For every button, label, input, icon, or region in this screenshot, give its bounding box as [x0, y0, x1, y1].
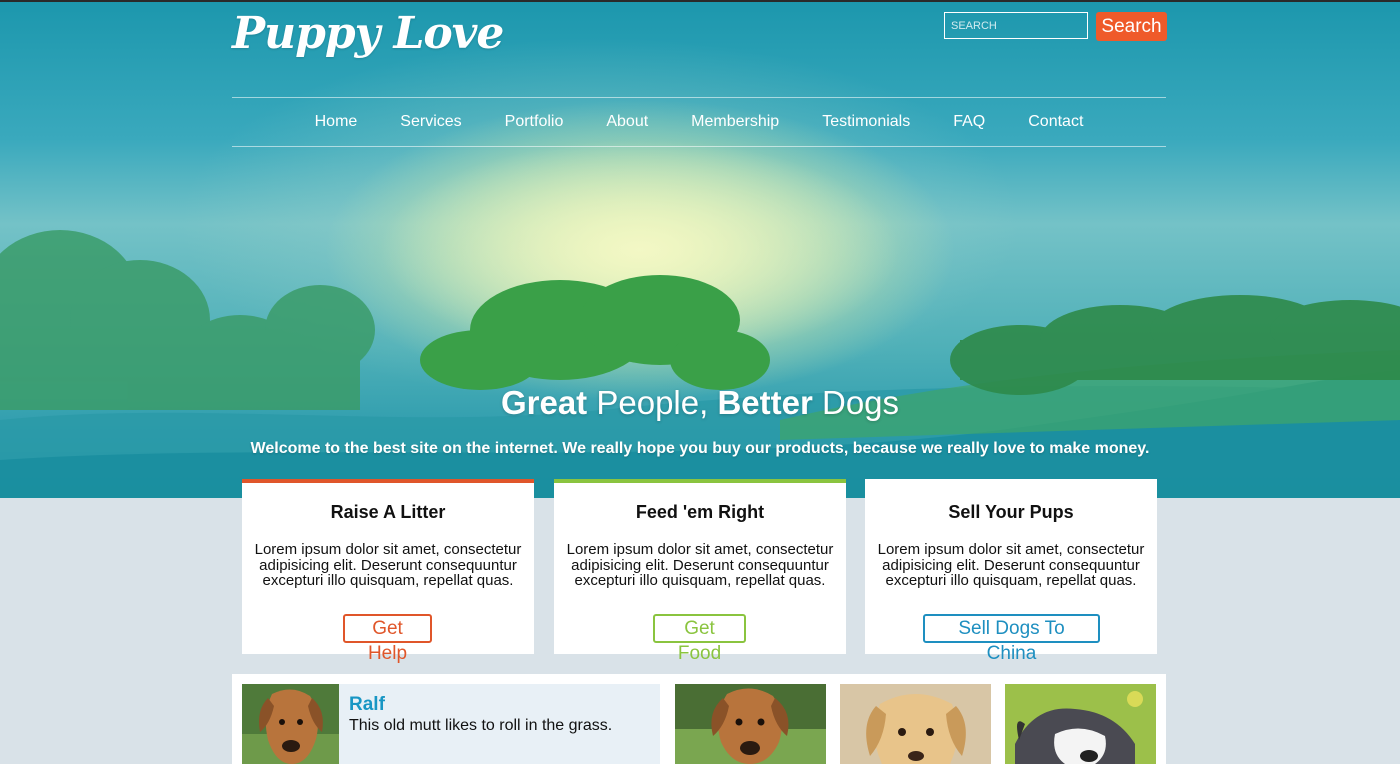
top-border — [0, 0, 1400, 2]
card-title: Raise A Litter — [330, 502, 446, 522]
card-text: Lorem ipsum dolor sit amet, consectetur … — [254, 541, 522, 589]
card-sell-pups: Sell Your Pups Lorem ipsum dolor sit ame… — [865, 479, 1157, 664]
search-input[interactable] — [944, 12, 1088, 39]
card-feed-right: Feed 'em Right Lorem ipsum dolor sit ame… — [554, 479, 846, 664]
hero-title-better: Better — [717, 384, 813, 421]
card-title: Feed 'em Right — [635, 502, 765, 522]
featured-dog-photo[interactable] — [242, 684, 339, 764]
hero-title-dogs: Dogs — [812, 384, 900, 421]
hero-landscape-image — [0, 140, 1400, 498]
nav-faq[interactable]: FAQ — [953, 113, 985, 131]
nav-services[interactable]: Services — [400, 113, 461, 131]
nav-about[interactable]: About — [606, 113, 648, 131]
hero-banner — [0, 0, 1400, 498]
hero-title-great: Great — [500, 384, 588, 421]
card-text: Lorem ipsum dolor sit amet, consectetur … — [566, 541, 834, 589]
nav-portfolio[interactable]: Portfolio — [505, 113, 564, 131]
dog-description: This old mutt likes to roll in the grass… — [349, 717, 613, 734]
card-raise-litter: Raise A Litter Lorem ipsum dolor sit ame… — [242, 479, 534, 664]
card-text: Lorem ipsum dolor sit amet, consectetur … — [877, 541, 1145, 589]
get-food-button[interactable]: Get Food — [653, 614, 746, 664]
dog-thumbnail[interactable] — [1005, 684, 1156, 764]
dog-thumbnail[interactable] — [675, 684, 826, 764]
sell-dogs-button[interactable]: Sell Dogs To China — [923, 614, 1100, 664]
hero-subtitle: Welcome to the best site on the internet… — [250, 440, 1150, 457]
nav-membership[interactable]: Membership — [691, 113, 779, 131]
search-button[interactable]: Search — [1096, 12, 1167, 41]
nav-testimonials[interactable]: Testimonials — [822, 113, 910, 131]
site-logo[interactable]: Puppy Love — [232, 8, 504, 59]
card-title: Sell Your Pups — [948, 502, 1074, 522]
get-help-button[interactable]: Get Help — [343, 614, 432, 664]
hero-title-people: People, — [587, 384, 718, 421]
nav-contact[interactable]: Contact — [1028, 113, 1083, 131]
dog-name[interactable]: Ralf — [349, 694, 385, 716]
main-nav: Home Services Portfolio About Membership… — [232, 97, 1166, 147]
dog-thumbnail[interactable] — [840, 684, 991, 764]
nav-home[interactable]: Home — [315, 113, 358, 131]
hero-title: Great People, Better Dogs — [0, 384, 1400, 422]
